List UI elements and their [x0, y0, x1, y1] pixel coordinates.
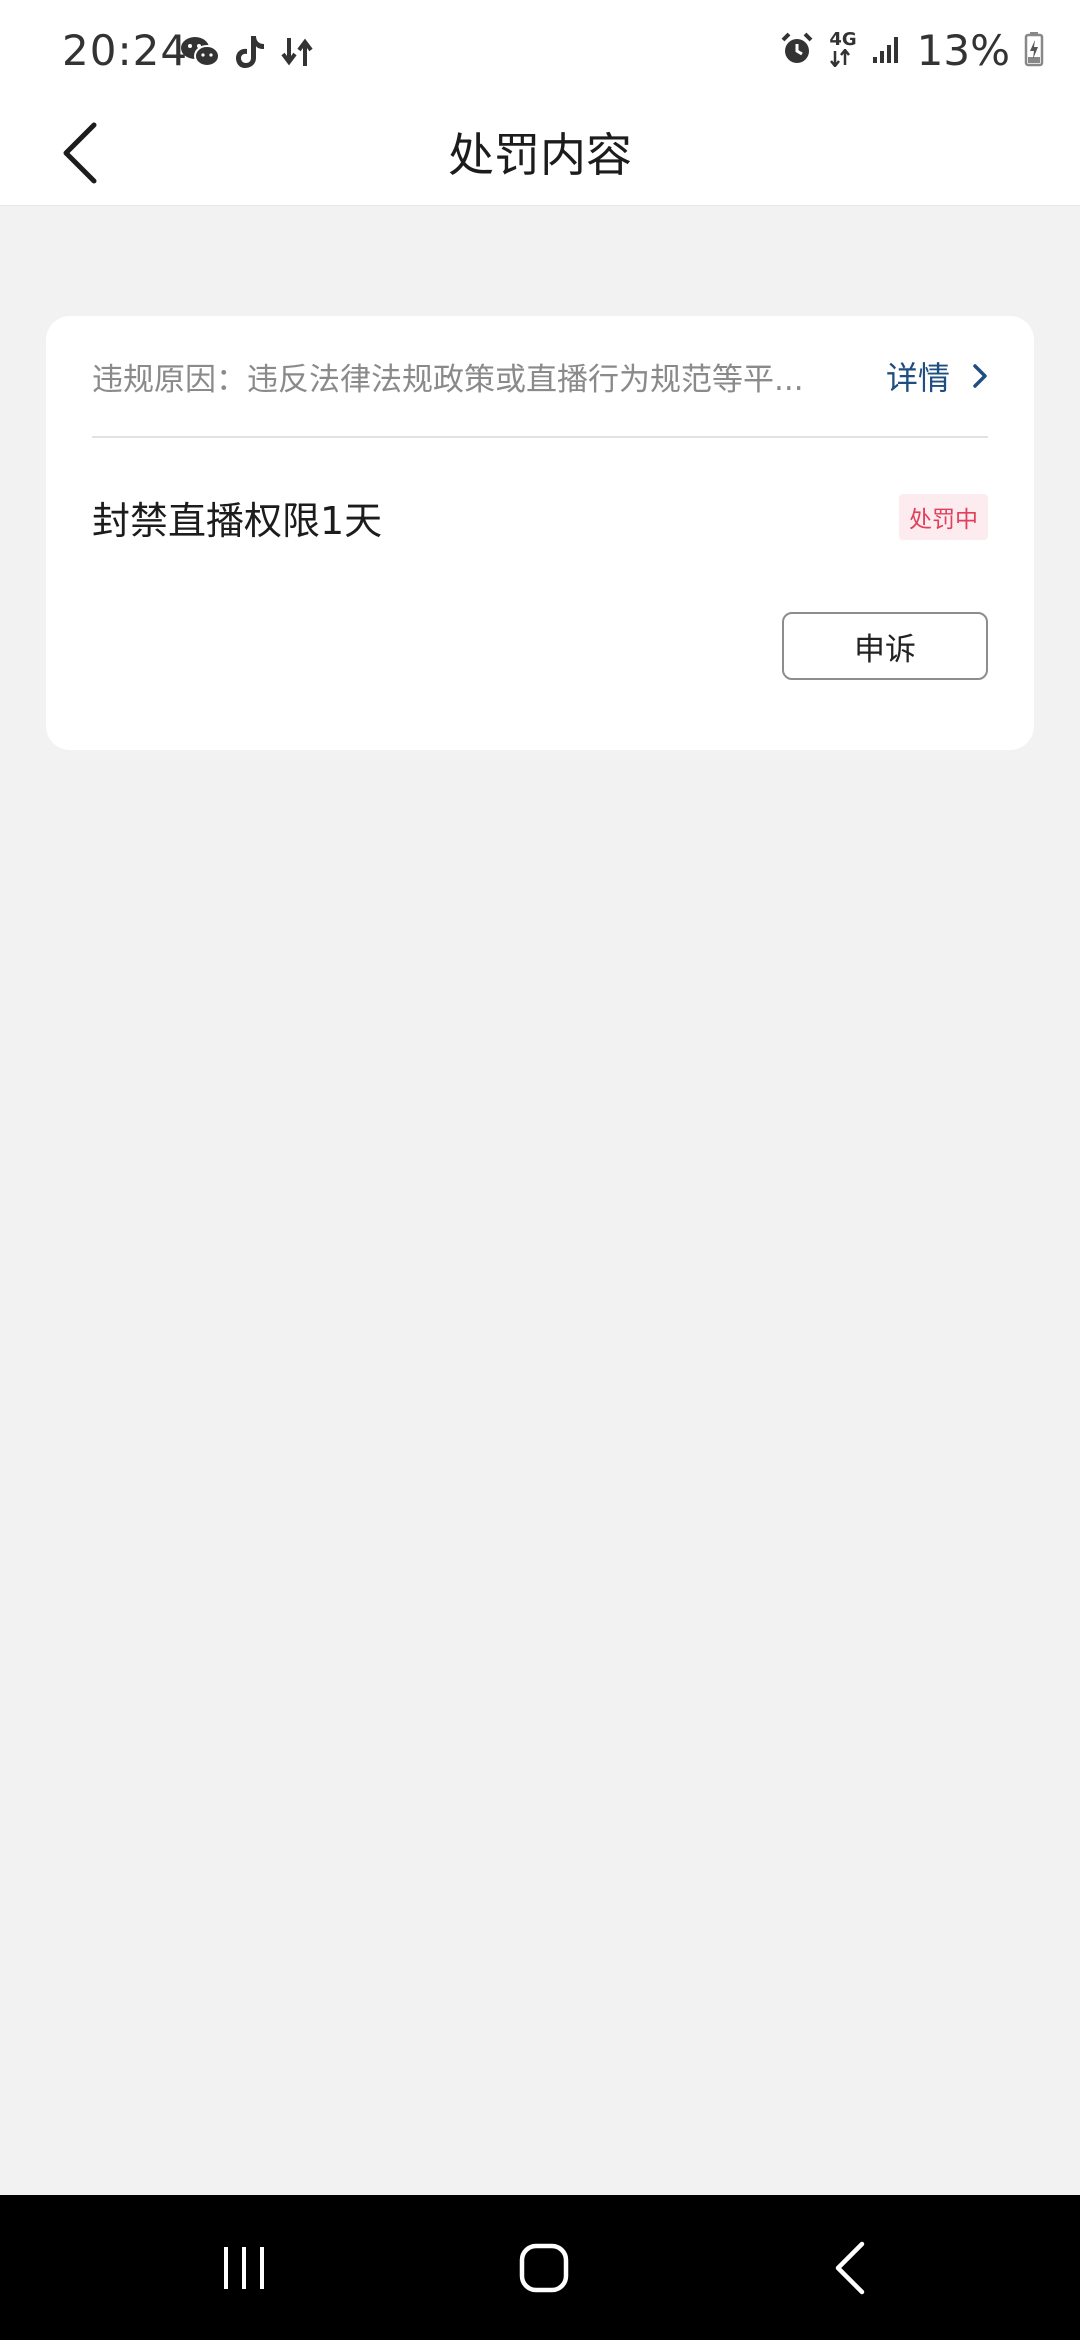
violation-reason: 违规原因：违反法律法规政策或直播行为规范等平...	[92, 361, 804, 398]
status-bar: 20:24 4G 13%	[0, 0, 1080, 105]
status-badge: 处罚中	[899, 494, 988, 540]
details-label: 详情	[885, 359, 950, 397]
tiktok-icon	[234, 34, 266, 74]
recent-apps-button[interactable]	[144, 2195, 344, 2340]
back-nav-button[interactable]	[750, 2195, 950, 2340]
system-nav-bar	[0, 2195, 1080, 2340]
divider	[92, 436, 988, 438]
appeal-button[interactable]: 申诉	[782, 612, 988, 680]
back-nav-icon	[835, 2241, 865, 2294]
penalty-title: 封禁直播权限1天	[92, 499, 383, 543]
recent-apps-icon	[224, 2246, 264, 2289]
violation-reason-row: 违规原因：违反法律法规政策或直播行为规范等平... 详情	[92, 316, 988, 436]
status-time: 20:24	[62, 26, 189, 75]
page-title: 处罚内容	[448, 128, 632, 182]
network-indicator: 4G	[829, 28, 857, 71]
status-right: 4G 13%	[779, 26, 1044, 75]
home-button[interactable]	[444, 2195, 644, 2340]
home-icon	[519, 2243, 569, 2292]
battery-percent: 13%	[916, 26, 1010, 75]
penalty-card: 违规原因：违反法律法规政策或直播行为规范等平... 详情 封禁直播权限1天 处罚…	[46, 316, 1034, 750]
details-link[interactable]: 详情	[886, 316, 988, 436]
chevron-right-icon	[973, 364, 987, 388]
notification-icons	[180, 34, 314, 74]
header-bar: 处罚内容	[0, 105, 1080, 206]
signal-icon	[871, 33, 903, 69]
network-type: 4G	[829, 28, 857, 50]
wechat-icon	[180, 34, 220, 74]
data-transfer-icon	[280, 36, 314, 72]
alarm-icon	[779, 31, 815, 71]
battery-charging-icon	[1024, 31, 1044, 71]
